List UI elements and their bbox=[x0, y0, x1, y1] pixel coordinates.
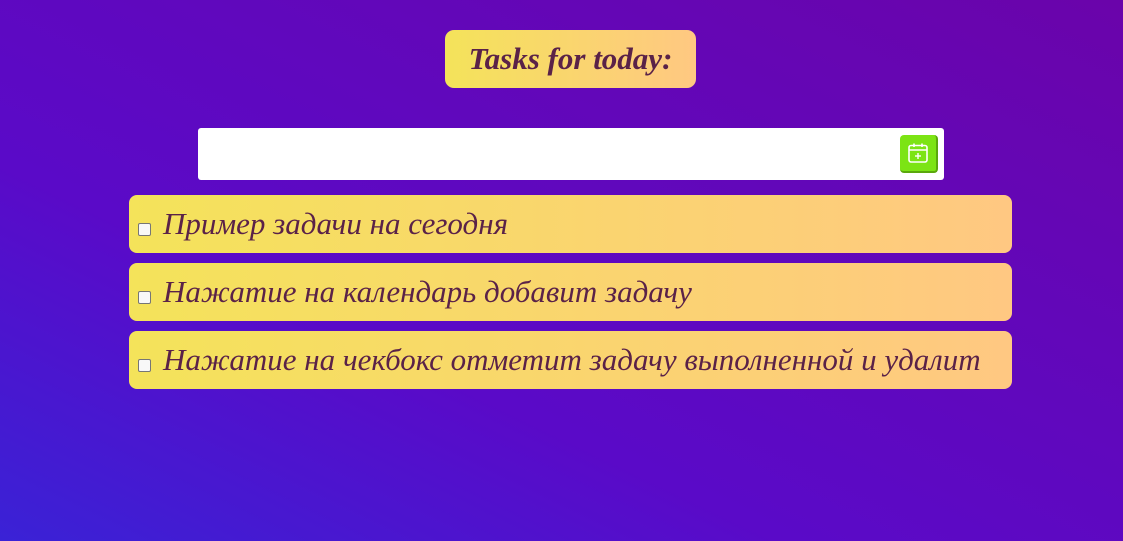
calendar-plus-icon bbox=[908, 143, 928, 163]
add-task-button[interactable] bbox=[900, 135, 938, 173]
task-checkbox[interactable] bbox=[138, 223, 151, 236]
task-checkbox[interactable] bbox=[138, 291, 151, 304]
task-text: Пример задачи на сегодня bbox=[163, 206, 508, 241]
task-item: Нажатие на календарь добавит задачу bbox=[129, 263, 1012, 321]
page-title: Tasks for today: bbox=[468, 41, 673, 76]
task-item: Пример задачи на сегодня bbox=[129, 195, 1012, 253]
new-task-bar bbox=[198, 128, 944, 180]
task-text: Нажатие на календарь добавит задачу bbox=[163, 274, 692, 309]
page-title-box: Tasks for today: bbox=[445, 30, 696, 88]
task-item: Нажатие на чекбокс отметит задачу выполн… bbox=[129, 331, 1012, 389]
task-list: Пример задачи на сегодня Нажатие на кале… bbox=[129, 195, 1012, 399]
new-task-input[interactable] bbox=[198, 128, 888, 180]
task-text: Нажатие на чекбокс отметит задачу выполн… bbox=[163, 342, 981, 377]
task-checkbox[interactable] bbox=[138, 359, 151, 372]
